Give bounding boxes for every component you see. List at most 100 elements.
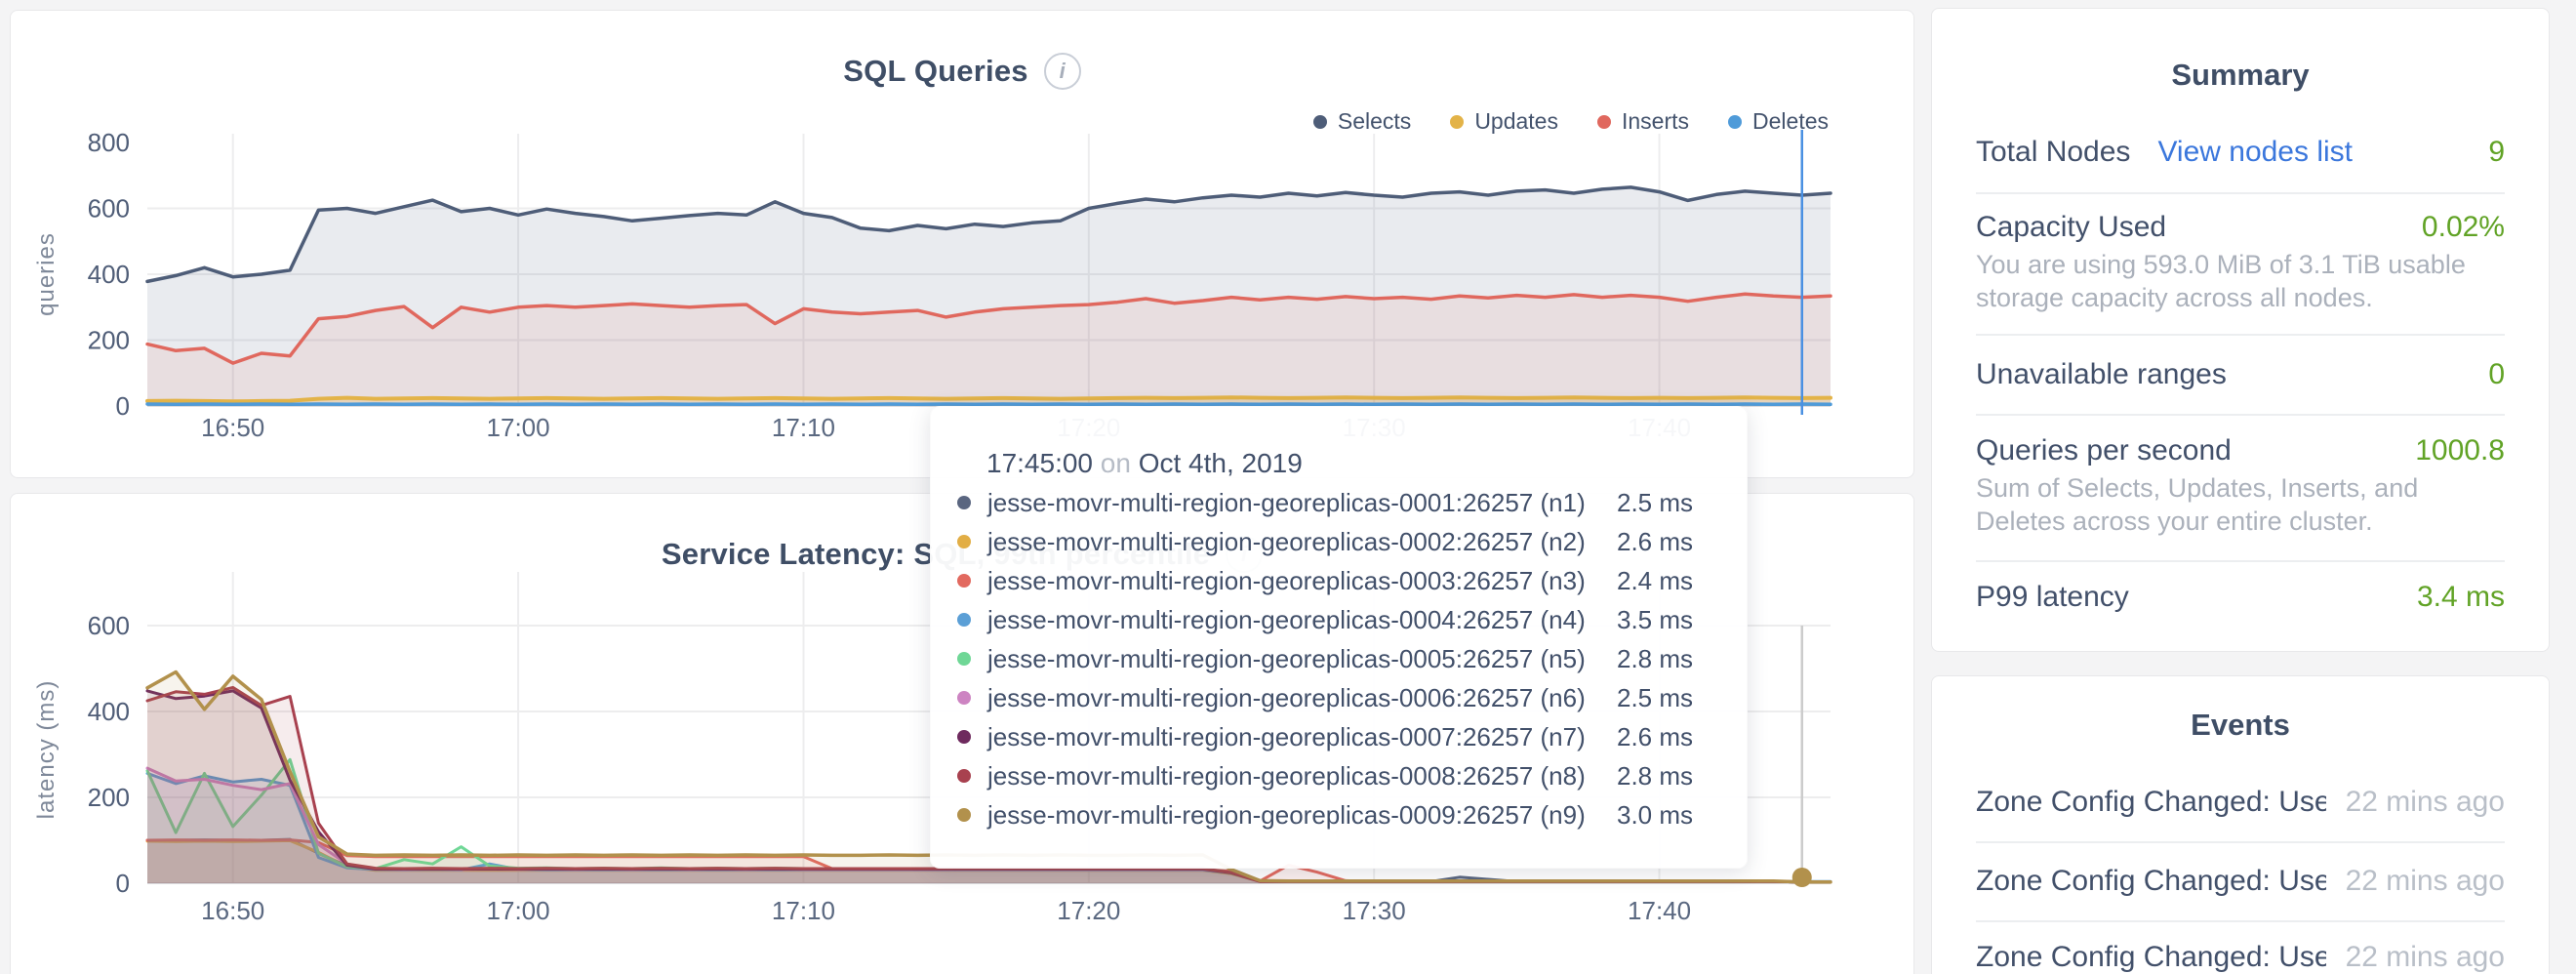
x-axis-tick-label: 16:50 [201,896,264,925]
p99-latency-label: P99 latency [1976,581,2129,614]
tooltip-rows: jesse-movr-multi-region-georeplicas-0001… [931,483,1747,834]
divider [1976,334,2505,336]
node-name: jesse-movr-multi-region-georeplicas-0004… [987,605,1586,635]
x-axis-tick-label: 17:00 [487,896,550,925]
tooltip-connector: on [1101,448,1131,478]
summary-panel: Summary Total Nodes View nodes list 9 Ca… [1931,8,2550,652]
tooltip-row: jesse-movr-multi-region-georeplicas-0005… [931,639,1747,678]
node-latency-value: 2.5 ms [1617,683,1693,713]
node-latency-value: 2.8 ms [1617,644,1693,674]
y-axis-tick-label: 400 [88,697,130,726]
y-axis-tick-label: 0 [116,869,130,898]
y-axis-title: queries [33,232,60,316]
legend-item-updates[interactable]: Updates [1450,108,1558,135]
series-color-dot-icon [957,652,971,666]
events-panel: Events Zone Config Changed: User… 22 min… [1931,675,2550,974]
unavailable-ranges-label: Unavailable ranges [1976,358,2227,391]
view-nodes-list-link[interactable]: View nodes list [2157,136,2353,169]
node-name: jesse-movr-multi-region-georeplicas-0003… [987,566,1586,596]
node-name: jesse-movr-multi-region-georeplicas-0007… [987,722,1586,752]
series-color-dot-icon [957,496,971,509]
chart-hover-tooltip: 17:45:00 on Oct 4th, 2019 jesse-movr-mul… [930,406,1748,869]
capacity-used-value: 0.02% [2422,211,2505,244]
series-color-dot-icon [957,808,971,822]
summary-row-capacity-used: Capacity Used 0.02% [1976,208,2505,247]
legend-label: Deletes [1752,108,1829,135]
event-link[interactable]: Zone Config Changed: User… [1976,865,2326,898]
event-link[interactable]: Zone Config Changed: User… [1976,941,2326,974]
node-name: jesse-movr-multi-region-georeplicas-0002… [987,527,1586,557]
legend-dot-icon [1313,115,1327,129]
summary-title: Summary [1932,58,2549,93]
y-axis-tick-label: 600 [88,194,130,223]
tooltip-date: Oct 4th, 2019 [1139,448,1303,478]
series-color-dot-icon [957,769,971,783]
x-axis-tick-label: 17:10 [772,896,835,925]
legend-label: Updates [1474,108,1558,135]
divider [1976,920,2505,922]
capacity-used-label: Capacity Used [1976,211,2166,244]
event-row: Zone Config Changed: User… 22 mins ago [1976,937,2505,974]
y-axis-tick-label: 400 [88,260,130,289]
divider [1976,414,2505,416]
node-latency-value: 2.6 ms [1617,527,1693,557]
legend-item-selects[interactable]: Selects [1313,108,1411,135]
legend-dot-icon [1597,115,1611,129]
event-timestamp: 22 mins ago [2346,786,2505,819]
total-nodes-value: 9 [2488,136,2505,169]
node-name: jesse-movr-multi-region-georeplicas-0005… [987,644,1586,674]
tooltip-time-header: 17:45:00 on Oct 4th, 2019 [986,448,1303,479]
sql-queries-legend: Selects Updates Inserts Deletes [1313,108,1829,135]
tooltip-row: jesse-movr-multi-region-georeplicas-0002… [931,522,1747,561]
summary-row-unavailable-ranges: Unavailable ranges 0 [1976,355,2505,394]
cluster-overview-page: SQL Queries i Selects Updates Inserts Delet… [0,0,2576,974]
divider [1976,560,2505,562]
x-axis-tick-label: 17:30 [1343,896,1406,925]
node-name: jesse-movr-multi-region-georeplicas-0006… [987,683,1586,713]
node-latency-value: 3.5 ms [1617,605,1693,635]
info-icon[interactable]: i [1044,53,1081,90]
y-axis-tick-label: 0 [116,391,130,421]
legend-dot-icon [1450,115,1464,129]
node-latency-value: 2.5 ms [1617,488,1693,518]
y-axis-tick-label: 800 [88,128,130,157]
tooltip-time: 17:45:00 [986,448,1093,478]
unavailable-ranges-value: 0 [2488,358,2505,391]
legend-item-inserts[interactable]: Inserts [1597,108,1689,135]
node-latency-value: 2.8 ms [1617,761,1693,791]
chart-title: SQL Queries [843,54,1027,89]
node-latency-value: 2.4 ms [1617,566,1693,596]
divider [1976,192,2505,194]
total-nodes-label: Total Nodes [1976,136,2130,169]
event-row: Zone Config Changed: User… 22 mins ago [1976,861,2505,902]
sql-queries-title-row: SQL Queries i [11,50,1913,93]
y-axis-title: latency (ms) [33,680,60,820]
divider [1976,841,2505,843]
queries-per-second-value: 1000.8 [2415,434,2505,467]
series-color-dot-icon [957,691,971,705]
queries-per-second-subtext: Sum of Selects, Updates, Inserts, and De… [1976,471,2510,538]
event-link[interactable]: Zone Config Changed: User… [1976,786,2326,819]
hover-point-dot [1792,868,1812,887]
node-latency-value: 2.6 ms [1617,722,1693,752]
legend-label: Selects [1338,108,1411,135]
summary-row-p99-latency: P99 latency 3.4 ms [1976,578,2505,617]
tooltip-row: jesse-movr-multi-region-georeplicas-0009… [931,795,1747,834]
summary-row-queries-per-second: Queries per second 1000.8 [1976,431,2505,470]
capacity-used-subtext: You are using 593.0 MiB of 3.1 TiB usabl… [1976,248,2510,314]
tooltip-row: jesse-movr-multi-region-georeplicas-0003… [931,561,1747,600]
series-color-dot-icon [957,730,971,744]
tooltip-row: jesse-movr-multi-region-georeplicas-0004… [931,600,1747,639]
legend-item-deletes[interactable]: Deletes [1728,108,1829,135]
series-color-dot-icon [957,535,971,548]
tooltip-row: jesse-movr-multi-region-georeplicas-0006… [931,678,1747,717]
event-timestamp: 22 mins ago [2346,865,2505,898]
p99-latency-value: 3.4 ms [2417,581,2505,614]
summary-row-total-nodes: Total Nodes View nodes list 9 [1976,133,2505,172]
events-title: Events [1932,708,2549,743]
tooltip-row: jesse-movr-multi-region-georeplicas-0007… [931,717,1747,756]
queries-per-second-label: Queries per second [1976,434,2232,467]
node-name: jesse-movr-multi-region-georeplicas-0009… [987,800,1586,831]
node-name: jesse-movr-multi-region-georeplicas-0001… [987,488,1586,518]
tooltip-row: jesse-movr-multi-region-georeplicas-0001… [931,483,1747,522]
